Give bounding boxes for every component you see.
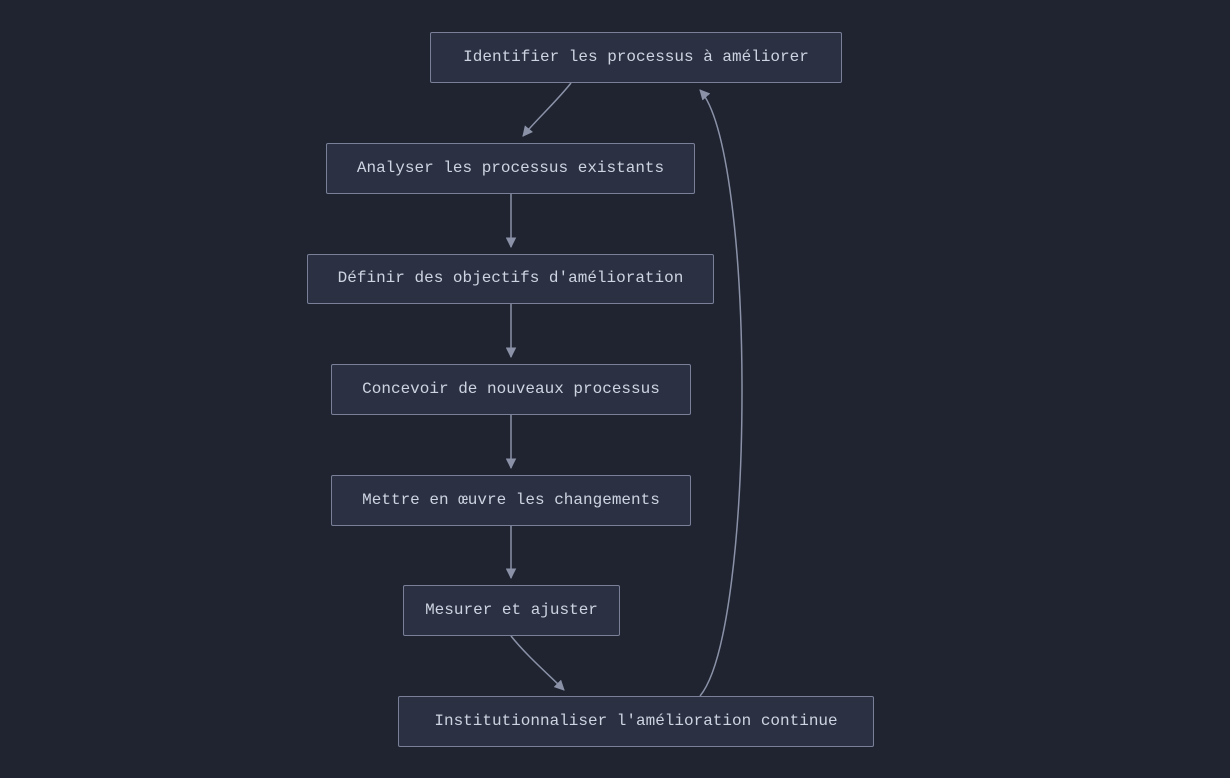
edge-n1-n2	[523, 83, 571, 136]
node-design: Concevoir de nouveaux processus	[331, 364, 691, 415]
node-label: Analyser les processus existants	[357, 159, 664, 178]
node-label: Concevoir de nouveaux processus	[362, 380, 660, 399]
node-institutionalize: Institutionnaliser l'amélioration contin…	[398, 696, 874, 747]
edge-n7-n1-loop	[700, 90, 742, 696]
node-label: Définir des objectifs d'amélioration	[338, 269, 684, 288]
edge-n6-n7	[511, 636, 564, 690]
node-label: Mettre en œuvre les changements	[362, 491, 660, 510]
node-label: Mesurer et ajuster	[425, 601, 598, 620]
node-implement: Mettre en œuvre les changements	[331, 475, 691, 526]
node-analyze: Analyser les processus existants	[326, 143, 695, 194]
node-label: Institutionnaliser l'amélioration contin…	[434, 712, 837, 731]
node-label: Identifier les processus à améliorer	[463, 48, 809, 67]
node-define: Définir des objectifs d'amélioration	[307, 254, 714, 304]
flowchart-canvas: Identifier les processus à améliorer Ana…	[0, 0, 1230, 778]
node-measure: Mesurer et ajuster	[403, 585, 620, 636]
node-identify: Identifier les processus à améliorer	[430, 32, 842, 83]
